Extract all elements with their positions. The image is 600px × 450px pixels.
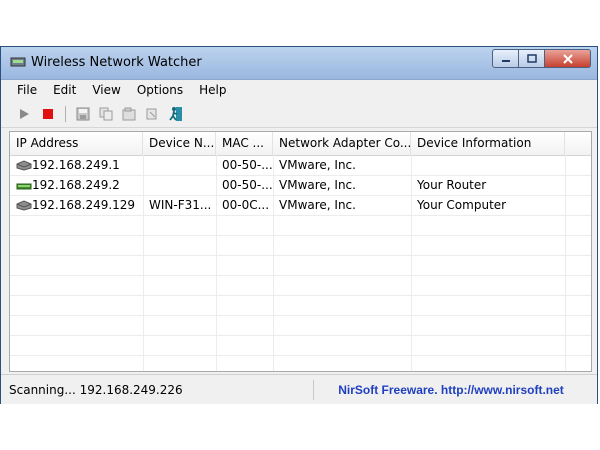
toolbar xyxy=(1,101,597,128)
empty-row xyxy=(10,275,591,296)
column-network-adapter[interactable]: Network Adapter Co... xyxy=(273,132,411,155)
empty-row xyxy=(10,315,591,336)
refresh-icon[interactable] xyxy=(143,105,161,123)
device-list[interactable]: IP Address Device N... MAC ... Network A… xyxy=(9,131,592,372)
caption-buttons xyxy=(492,49,591,69)
cell-adapter: VMware, Inc. xyxy=(279,178,356,192)
minimize-button[interactable] xyxy=(492,49,519,68)
menu-help[interactable]: Help xyxy=(191,83,234,97)
empty-row xyxy=(10,335,591,356)
cell-mac: 00-50-... xyxy=(222,178,273,192)
maximize-button[interactable] xyxy=(519,49,545,68)
menu-view[interactable]: View xyxy=(84,83,128,97)
empty-row xyxy=(10,215,591,236)
toolbar-separator xyxy=(65,106,66,122)
cell-info xyxy=(411,155,565,175)
copy-icon[interactable] xyxy=(97,105,115,123)
column-ip-address[interactable]: IP Address xyxy=(10,132,143,155)
column-device-information[interactable]: Device Information xyxy=(411,132,565,155)
close-icon xyxy=(562,53,573,64)
menu-options[interactable]: Options xyxy=(129,83,191,97)
exit-icon[interactable] xyxy=(167,105,185,123)
table-row[interactable]: 192.168.249.1 00-50-... VMware, Inc. xyxy=(10,155,591,176)
empty-row xyxy=(10,295,591,316)
close-button[interactable] xyxy=(545,49,591,68)
table-row[interactable]: 192.168.249.129 WIN-F31... 00-0C... VMwa… xyxy=(10,195,591,216)
cell-info: Your Router xyxy=(417,178,487,192)
title-bar: Wireless Network Watcher xyxy=(1,47,597,80)
cell-mac: 00-0C... xyxy=(222,198,270,212)
column-device-name[interactable]: Device N... xyxy=(143,132,216,155)
menu-file[interactable]: File xyxy=(9,83,45,97)
cell-ip: 192.168.249.129 xyxy=(32,198,136,212)
list-header: IP Address Device N... MAC ... Network A… xyxy=(10,132,591,156)
save-icon[interactable] xyxy=(74,105,92,123)
menu-edit[interactable]: Edit xyxy=(45,83,84,97)
empty-row xyxy=(10,255,591,276)
window-title: Wireless Network Watcher xyxy=(31,55,202,70)
menu-bar: File Edit View Options Help xyxy=(1,80,597,100)
cell-info: Your Computer xyxy=(417,198,507,212)
maximize-icon xyxy=(526,54,537,63)
properties-icon[interactable] xyxy=(120,105,138,123)
cell-device-name xyxy=(143,175,216,195)
cell-adapter: VMware, Inc. xyxy=(279,198,356,212)
cell-device-name xyxy=(143,155,216,175)
cell-device-name: WIN-F31... xyxy=(149,198,212,212)
cell-ip: 192.168.249.1 xyxy=(32,158,120,172)
minimize-icon xyxy=(501,59,510,62)
status-text: Scanning... 192.168.249.226 xyxy=(9,383,183,397)
play-icon[interactable] xyxy=(15,105,33,123)
cell-mac: 00-50-... xyxy=(222,158,273,172)
cell-adapter: VMware, Inc. xyxy=(279,158,356,172)
empty-row xyxy=(10,235,591,256)
column-mac-address[interactable]: MAC ... xyxy=(216,132,273,155)
status-bar: Scanning... 192.168.249.226 NirSoft Free… xyxy=(1,374,597,404)
cell-ip: 192.168.249.2 xyxy=(32,178,120,192)
table-row[interactable]: 192.168.249.2 00-50-... VMware, Inc. You… xyxy=(10,175,591,196)
nirsoft-link[interactable]: NirSoft Freeware. http://www.nirsoft.net xyxy=(313,380,588,400)
stop-icon[interactable] xyxy=(39,105,57,123)
app-window: Wireless Network Watcher File Edit View … xyxy=(0,46,598,404)
app-icon xyxy=(10,55,26,69)
